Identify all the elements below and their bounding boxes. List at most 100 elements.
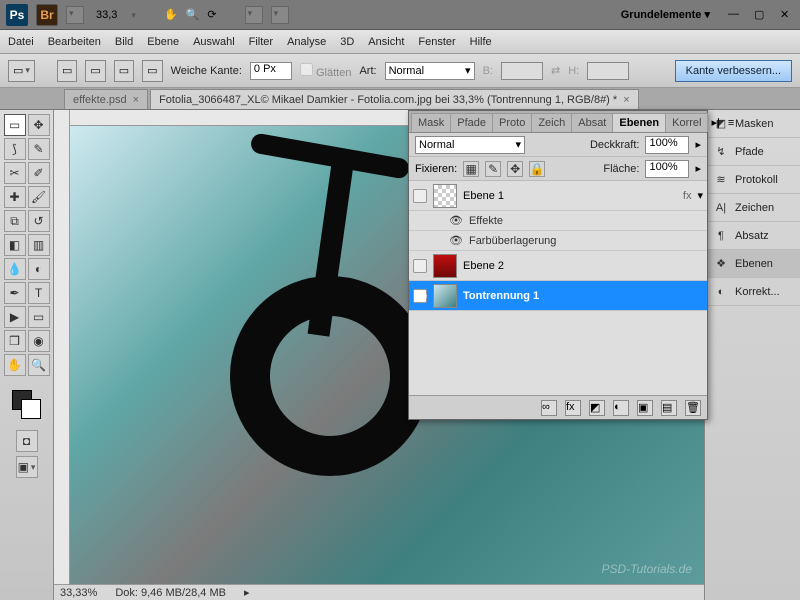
panel-pfade[interactable]: ↯Pfade — [705, 138, 800, 166]
arrange-dropdown[interactable] — [245, 6, 263, 24]
screenmode-dropdown[interactable] — [271, 6, 289, 24]
visibility-toggle[interactable]: 👁 — [413, 289, 427, 303]
layer-fx-icon[interactable]: fx — [565, 400, 581, 416]
menu-bearbeiten[interactable]: Bearbeiten — [48, 36, 101, 48]
pen-tool[interactable]: ✒ — [4, 282, 26, 304]
doc-tab-2[interactable]: Fotolia_3066487_XL© Mikael Damkier - Fot… — [150, 89, 639, 109]
tab-pfade[interactable]: Pfade — [450, 113, 493, 132]
layer-name[interactable]: Tontrennung 1 — [463, 290, 539, 302]
menu-filter[interactable]: Filter — [249, 36, 273, 48]
menu-hilfe[interactable]: Hilfe — [470, 36, 492, 48]
menu-bild[interactable]: Bild — [115, 36, 133, 48]
layer-row-selected[interactable]: 👁 Tontrennung 1 — [409, 281, 707, 311]
doc-tab-1[interactable]: effekte.psd× — [64, 89, 148, 109]
panel-menu-icon[interactable]: ≡ — [724, 114, 738, 132]
tab-absatz[interactable]: Absat — [571, 113, 613, 132]
new-layer-icon[interactable]: ▤ — [661, 400, 677, 416]
close-tab-icon[interactable]: × — [133, 94, 139, 106]
group-icon[interactable]: ▣ — [637, 400, 653, 416]
menu-ansicht[interactable]: Ansicht — [368, 36, 404, 48]
refine-edge-button[interactable]: Kante verbessern... — [675, 60, 792, 82]
panel-zeichen[interactable]: A|Zeichen — [705, 194, 800, 222]
background-color[interactable] — [21, 399, 41, 419]
foreground-color[interactable] — [12, 390, 32, 410]
marquee-tool[interactable]: ▭ — [4, 114, 26, 136]
shape-tool[interactable]: ▭ — [28, 306, 50, 328]
vertical-ruler[interactable] — [54, 110, 70, 584]
zoom-tool[interactable]: 🔍 — [28, 354, 50, 376]
panel-ebenen[interactable]: ❖Ebenen — [705, 250, 800, 278]
workspace-switcher[interactable]: Grundelemente ▾ — [621, 8, 716, 21]
layer-effect-item[interactable]: 👁Farbüberlagerung — [409, 231, 707, 251]
layer-mask-icon[interactable]: ◩ — [589, 400, 605, 416]
hand-tool-icon[interactable]: ✋ — [164, 8, 178, 21]
layer-effects-row[interactable]: 👁Effekte — [409, 211, 707, 231]
move-tool[interactable]: ✥ — [28, 114, 50, 136]
history-brush-tool[interactable]: ↺ — [28, 210, 50, 232]
quickmask-toggle[interactable]: ◘ — [16, 430, 38, 452]
app-icon-photoshop[interactable]: Ps — [6, 4, 28, 26]
layer-name[interactable]: Ebene 2 — [463, 260, 504, 272]
blend-mode-select[interactable]: Normal▾ — [415, 136, 525, 154]
lock-transparency-icon[interactable]: ▦ — [463, 161, 479, 177]
adjustment-layer-icon[interactable]: ◐ — [613, 400, 629, 416]
layer-thumbnail[interactable] — [433, 184, 457, 208]
type-tool[interactable]: T — [28, 282, 50, 304]
menu-auswahl[interactable]: Auswahl — [193, 36, 235, 48]
dropdown-icon[interactable]: ▸ — [695, 138, 701, 151]
layer-thumbnail[interactable] — [433, 254, 457, 278]
tab-zeichen[interactable]: Zeich — [531, 113, 572, 132]
fx-badge[interactable]: fx — [683, 190, 692, 202]
blur-tool[interactable]: 💧 — [4, 258, 26, 280]
panel-korrekturen[interactable]: ◐Korrekt... — [705, 278, 800, 306]
minimize-icon[interactable]: — — [728, 8, 742, 22]
tab-masken[interactable]: Mask — [411, 113, 451, 132]
rotate-view-icon[interactable]: ⟳ — [207, 8, 216, 21]
screenmode-toggle[interactable]: ▣ — [16, 456, 38, 478]
quickselect-tool[interactable]: ✎ — [28, 138, 50, 160]
visibility-toggle[interactable] — [413, 189, 427, 203]
zoom-tool-icon[interactable]: 🔍 — [186, 8, 200, 21]
app-icon-bridge[interactable]: Br — [36, 4, 58, 26]
menu-3d[interactable]: 3D — [340, 36, 354, 48]
eyedropper-tool[interactable]: ✐ — [28, 162, 50, 184]
3d-camera-tool[interactable]: ◉ — [28, 330, 50, 352]
tab-ebenen[interactable]: Ebenen — [612, 113, 666, 132]
menu-datei[interactable]: Datei — [8, 36, 34, 48]
layer-name[interactable]: Ebene 1 — [463, 190, 504, 202]
lock-position-icon[interactable]: ✥ — [507, 161, 523, 177]
status-arrow-icon[interactable]: ▸ — [244, 586, 250, 599]
lock-pixels-icon[interactable]: ✎ — [485, 161, 501, 177]
healing-tool[interactable]: ✚ — [4, 186, 26, 208]
menu-ebene[interactable]: Ebene — [147, 36, 179, 48]
tab-korrekturen[interactable]: Korrel — [665, 113, 708, 132]
menu-analyse[interactable]: Analyse — [287, 36, 326, 48]
selection-add[interactable]: ▭ — [85, 60, 105, 82]
stamp-tool[interactable]: ⧉ — [4, 210, 26, 232]
close-tab-icon[interactable]: × — [623, 94, 629, 106]
tab-protokoll[interactable]: Proto — [492, 113, 532, 132]
layer-thumbnail[interactable] — [433, 284, 457, 308]
lock-all-icon[interactable]: 🔒 — [529, 161, 545, 177]
delete-layer-icon[interactable]: 🗑 — [685, 400, 701, 416]
layout-dropdown[interactable] — [66, 6, 84, 24]
close-icon[interactable]: ✕ — [780, 8, 794, 22]
dodge-tool[interactable]: ◐ — [28, 258, 50, 280]
status-zoom[interactable]: 33,33% — [60, 587, 97, 599]
layer-row[interactable]: Ebene 1 fx ▾ — [409, 181, 707, 211]
hand-tool[interactable]: ✋ — [4, 354, 26, 376]
zoom-level[interactable]: 33,3 — [92, 9, 121, 21]
layers-panel[interactable]: Mask Pfade Proto Zeich Absat Ebenen Korr… — [408, 110, 708, 420]
style-select[interactable]: Normal▾ — [385, 62, 475, 80]
lasso-tool[interactable]: ⟆ — [4, 138, 26, 160]
panel-scroll-icon[interactable]: ▸| — [707, 113, 723, 132]
feather-input[interactable]: 0 Px — [250, 62, 292, 80]
maximize-icon[interactable]: ▢ — [754, 8, 768, 22]
zoom-dropdown-icon[interactable] — [129, 9, 136, 21]
brush-tool[interactable]: 🖌 — [28, 186, 50, 208]
gradient-tool[interactable]: ▥ — [28, 234, 50, 256]
fill-input[interactable]: 100% — [645, 160, 689, 178]
crop-tool[interactable]: ✂ — [4, 162, 26, 184]
eye-icon[interactable]: 👁 — [449, 234, 463, 247]
selection-subtract[interactable]: ▭ — [114, 60, 134, 82]
